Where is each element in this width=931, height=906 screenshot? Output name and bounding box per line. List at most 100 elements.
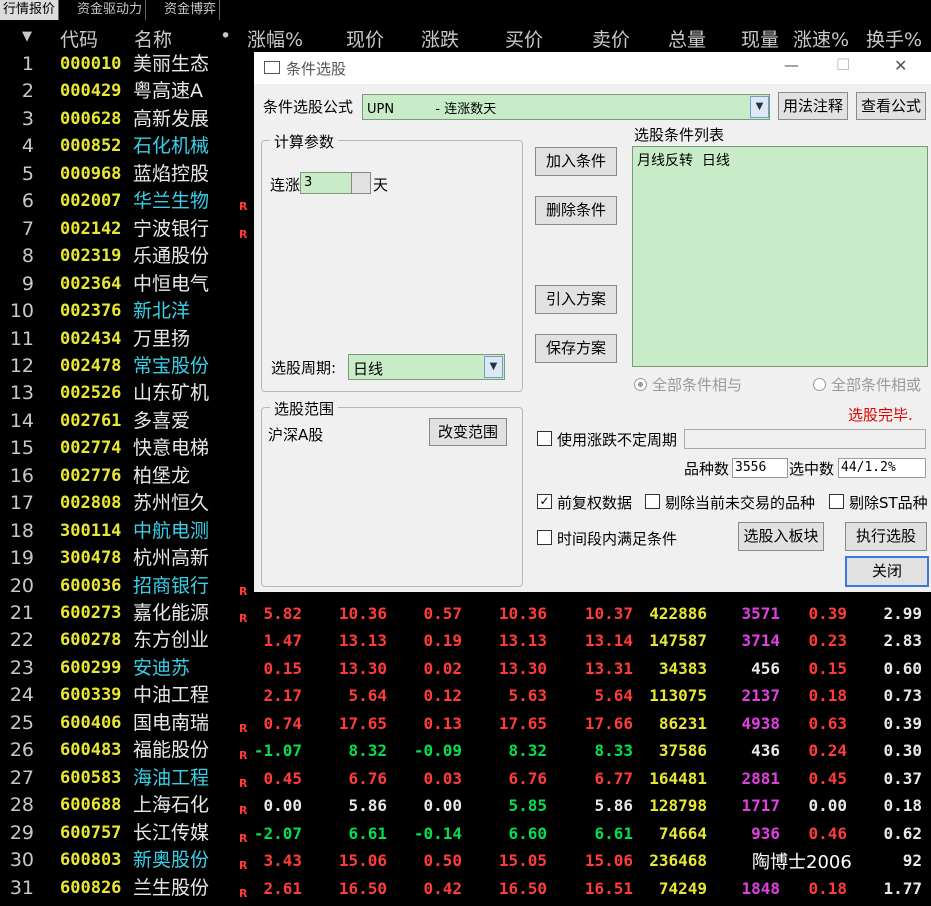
exclude-untraded-checkbox[interactable] xyxy=(645,494,660,509)
save-scheme-button[interactable]: 保存方案 xyxy=(535,334,617,363)
table-row[interactable]: 22 600278 东方创业 1.47 13.13 0.19 13.13 13.14 14758… xyxy=(0,626,931,653)
col-name[interactable]: 名称 xyxy=(134,25,172,52)
view-formula-button[interactable]: 查看公式 xyxy=(856,92,926,120)
within-period-checkbox[interactable] xyxy=(537,530,552,545)
sort-arrow-icon[interactable]: ▼ xyxy=(22,29,32,44)
tab-capital-drive[interactable]: 资金驱动力 xyxy=(74,0,147,20)
cell-volume: 86231 xyxy=(658,713,707,733)
change-range-button[interactable]: 改变范围 xyxy=(429,418,507,446)
exclude-untraded-label: 剔除当前未交易的品种 xyxy=(665,494,816,512)
col-code[interactable]: 代码 xyxy=(60,25,98,52)
execute-selection-button[interactable]: 执行选股 xyxy=(845,522,927,551)
table-row[interactable]: 26 600483 福能股份 R -1.07 8.32 -0.09 8.32 8.33 37586… xyxy=(0,736,931,763)
stock-code: 600757 xyxy=(60,822,122,843)
stock-name: 东方创业 xyxy=(133,629,210,652)
cell-turnover: 2.83 xyxy=(883,631,922,651)
stock-code: 600273 xyxy=(60,603,122,623)
import-scheme-button[interactable]: 引入方案 xyxy=(535,285,617,314)
cell-price: 6.61 xyxy=(348,823,387,843)
col-volume[interactable]: 总量 xyxy=(668,25,706,52)
minimize-icon[interactable]: — xyxy=(784,56,799,74)
col-current-volume[interactable]: 现量 xyxy=(741,25,779,52)
cell-change-pct: 0.74 xyxy=(263,713,302,733)
stock-name: 安迪苏 xyxy=(133,656,191,679)
row-number: 8 xyxy=(21,245,34,268)
window-icon xyxy=(264,61,280,74)
cell-volume: 147587 xyxy=(649,631,707,651)
cell-volume: 37586 xyxy=(658,741,707,761)
tab-capital-game[interactable]: 资金博弈 xyxy=(161,0,221,20)
stock-name: 苏州恒久 xyxy=(133,492,210,515)
radio-or-label: 全部条件相或 xyxy=(831,376,922,394)
cell-volume: 164481 xyxy=(649,768,707,788)
add-condition-button[interactable]: 加入条件 xyxy=(535,147,617,176)
watermark-text: 陶博士2006 xyxy=(752,852,852,873)
chevron-down-icon[interactable]: ▼ xyxy=(484,356,503,378)
cell-change: 0.57 xyxy=(423,604,462,623)
close-button[interactable]: 关闭 xyxy=(845,556,929,587)
exclude-st-checkbox[interactable] xyxy=(829,494,844,509)
param-input[interactable]: 3 xyxy=(300,172,352,194)
cell-current-volume: 3714 xyxy=(741,631,780,651)
col-bid[interactable]: 买价 xyxy=(505,25,543,52)
chevron-down-icon[interactable]: ▼ xyxy=(750,96,769,118)
maximize-icon[interactable]: ☐ xyxy=(836,55,850,74)
period-select[interactable]: 日线 ▼ xyxy=(348,354,505,380)
col-change[interactable]: 涨跌 xyxy=(421,25,459,52)
forward-adjust-checkbox[interactable]: ✓ xyxy=(537,494,552,509)
variable-period-checkbox[interactable] xyxy=(537,431,552,446)
row-number: 20 xyxy=(9,574,34,597)
cell-current-volume: 1848 xyxy=(741,878,780,898)
radio-and[interactable] xyxy=(634,378,647,391)
stock-code: 002526 xyxy=(60,383,122,404)
usage-notes-button[interactable]: 用法注释 xyxy=(778,92,848,120)
formula-select[interactable]: UPN - 连涨数天 ▼ xyxy=(362,94,770,120)
cell-speed: 0.15 xyxy=(808,658,847,678)
cell-turnover: 0.60 xyxy=(883,658,922,678)
cell-volume: 74249 xyxy=(658,878,707,898)
cell-ask: 6.77 xyxy=(594,768,633,788)
table-row[interactable]: 25 600406 国电南瑞 R 0.74 17.65 0.13 17.65 17.66 8623… xyxy=(0,709,931,736)
cell-change: 0.02 xyxy=(423,658,462,678)
table-row[interactable]: 27 600583 海油工程 R 0.45 6.76 0.03 6.76 6.77 164481 2… xyxy=(0,764,931,791)
stock-name: 新北洋 xyxy=(133,300,191,323)
cell-price: 8.32 xyxy=(348,741,387,761)
stock-name: 中油工程 xyxy=(133,684,210,707)
row-number: 2 xyxy=(21,80,34,103)
condition-list[interactable]: 月线反转 日线 xyxy=(632,146,928,367)
table-row[interactable]: 31 600826 兰生股份 R 2.61 16.50 0.42 16.50 16.51 7424… xyxy=(0,874,931,901)
stock-name: 华兰生物 xyxy=(133,190,210,213)
close-icon[interactable]: ✕ xyxy=(894,56,907,75)
stock-name: 柏堡龙 xyxy=(133,464,191,487)
status-text: 选股完毕. xyxy=(848,406,913,424)
condition-list-item[interactable]: 月线反转 日线 xyxy=(637,150,730,170)
cell-turnover: 0.73 xyxy=(883,686,922,706)
radio-or[interactable] xyxy=(813,378,826,391)
cell-price: 5.86 xyxy=(348,796,387,816)
cell-turnover: 92 xyxy=(902,851,922,871)
table-row[interactable]: 24 600339 中油工程 2.17 5.64 0.12 5.63 5.64 113075 21… xyxy=(0,681,931,708)
col-speed[interactable]: 涨速% xyxy=(793,25,849,52)
stock-code: 002319 xyxy=(60,246,122,267)
col-turnover[interactable]: 换手% xyxy=(866,25,922,52)
table-row[interactable]: 28 600688 上海石化 R 0.00 5.86 0.00 5.85 5.86 128798 1… xyxy=(0,791,931,818)
row-number: 26 xyxy=(9,739,34,762)
param-spinner[interactable] xyxy=(351,172,371,194)
tab-quotes[interactable]: 行情报价 xyxy=(0,0,60,20)
table-row[interactable]: 21 600273 嘉化能源 R 5.82 10.36 0.57 10.36 10.37 4228… xyxy=(0,599,931,626)
col-price[interactable]: 现价 xyxy=(346,25,384,52)
save-to-block-button[interactable]: 选股入板块 xyxy=(738,522,824,551)
table-row[interactable]: 23 600299 安迪苏 0.15 13.30 0.02 13.30 13.31 34383 4… xyxy=(0,654,931,681)
stock-code: 000968 xyxy=(60,163,122,184)
row-number: 13 xyxy=(9,382,34,405)
row-number: 30 xyxy=(9,849,34,872)
stock-name: 快意电梯 xyxy=(133,437,210,460)
table-row[interactable]: 29 600757 长江传媒 R -2.07 6.61 -0.14 6.60 6.61 74664… xyxy=(0,819,931,846)
dialog-titlebar: 条件选股 — ☐ ✕ xyxy=(254,52,931,84)
delete-condition-button[interactable]: 删除条件 xyxy=(535,196,617,225)
col-ask[interactable]: 卖价 xyxy=(592,25,630,52)
col-change-pct[interactable]: 涨幅% xyxy=(247,25,303,52)
stock-code: 600583 xyxy=(60,767,122,788)
selected-label: 选中数 xyxy=(789,460,835,478)
row-number: 5 xyxy=(21,162,34,185)
